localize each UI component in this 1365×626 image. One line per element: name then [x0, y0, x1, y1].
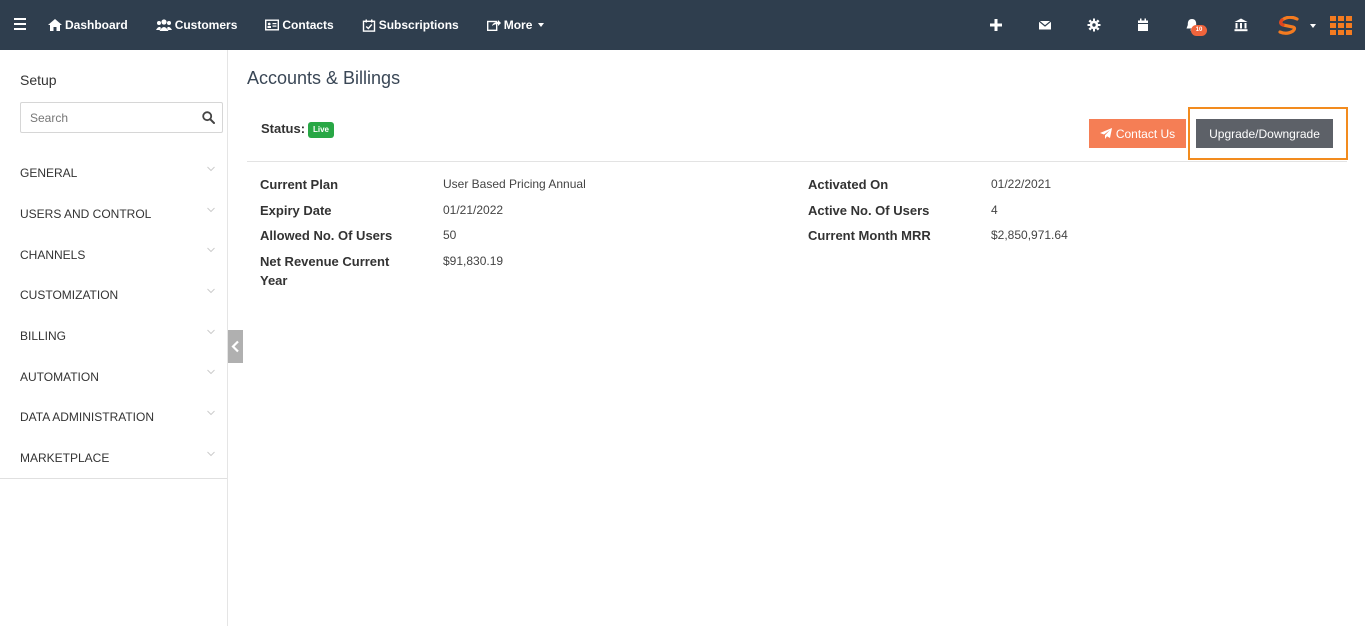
sidebar-item-general[interactable]: GENERAL — [0, 153, 227, 194]
current-mrr-value: $2,850,971.64 — [991, 228, 1068, 242]
net-revenue-value: $91,830.19 — [443, 254, 504, 268]
search-input[interactable] — [21, 103, 191, 132]
divider — [247, 161, 1347, 162]
chevron-down-icon — [207, 370, 215, 375]
nav-dashboard[interactable]: Dashboard — [48, 18, 128, 32]
nav-contacts-label: Contacts — [282, 18, 334, 32]
chevron-down-icon — [538, 23, 545, 27]
sidebar-item-marketplace[interactable]: MARKETPLACE — [0, 438, 227, 479]
net-revenue-label: Net Revenue Current Year — [260, 254, 390, 288]
calendar-icon[interactable] — [1136, 18, 1150, 32]
sidebar-item-users-and-control[interactable]: USERS AND CONTROL — [0, 194, 227, 235]
status-badge: Live — [308, 122, 335, 138]
sidebar-search — [20, 102, 223, 133]
active-users-value: 4 — [991, 203, 998, 217]
sidebar-divider — [0, 478, 227, 479]
sidebar-item-data-administration[interactable]: DATA ADMINISTRATION — [0, 397, 227, 438]
allowed-users-value: 50 — [443, 228, 457, 242]
current-plan-label: Current Plan — [260, 177, 339, 192]
sidebar-item-billing[interactable]: BILLING — [0, 316, 227, 357]
nav-contacts[interactable]: Contacts — [265, 18, 334, 32]
sidebar-collapse-toggle[interactable] — [228, 330, 243, 363]
current-mrr-label: Current Month MRR — [808, 228, 931, 243]
brand-logo-icon[interactable] — [1278, 16, 1300, 36]
chevron-left-icon — [231, 340, 239, 353]
apps-grid-icon[interactable] — [1330, 16, 1352, 35]
hamburger-menu-icon[interactable] — [14, 18, 26, 30]
activated-on-value: 01/22/2021 — [991, 177, 1052, 191]
nav-customers-label: Customers — [174, 18, 238, 32]
nav-dashboard-label: Dashboard — [65, 18, 128, 32]
sidebar-item-label: AUTOMATION — [20, 369, 99, 384]
sidebar-item-label: USERS AND CONTROL — [20, 207, 152, 222]
nav-subscriptions[interactable]: Subscriptions — [362, 18, 459, 32]
expiry-date-label: Expiry Date — [260, 203, 332, 218]
sidebar-item-automation[interactable]: AUTOMATION — [0, 356, 227, 397]
chevron-down-icon — [207, 207, 215, 212]
current-plan-value: User Based Pricing Annual — [443, 177, 586, 191]
sidebar-item-label: GENERAL — [20, 166, 78, 181]
paper-plane-icon — [1099, 128, 1112, 139]
calendar-check-icon — [362, 19, 375, 32]
allowed-users-label: Allowed No. Of Users — [260, 228, 393, 243]
sidebar-item-label: CUSTOMIZATION — [20, 288, 119, 303]
nav-more-label: More — [503, 18, 533, 32]
active-users-label: Active No. Of Users — [808, 203, 930, 218]
users-icon — [155, 19, 172, 31]
expiry-date-value: 01/21/2022 — [443, 203, 504, 217]
contact-us-label: Contact Us — [1115, 126, 1176, 141]
nav-subscriptions-label: Subscriptions — [378, 18, 459, 32]
main-nav: Dashboard Customers Contacts Subscriptio… — [48, 0, 572, 50]
status-label: Status: — [261, 121, 306, 136]
sidebar-item-customization[interactable]: CUSTOMIZATION — [0, 275, 227, 316]
plus-icon[interactable] — [989, 18, 1003, 32]
chevron-down-icon — [207, 329, 215, 334]
chevron-down-icon[interactable] — [1310, 24, 1316, 28]
id-card-icon — [265, 19, 280, 31]
chevron-down-icon — [207, 166, 215, 172]
search-icon[interactable] — [202, 111, 215, 124]
nav-customers[interactable]: Customers — [155, 18, 238, 32]
sidebar-item-label: MARKETPLACE — [20, 451, 110, 466]
contact-us-button[interactable]: Contact Us — [1089, 119, 1186, 148]
share-icon — [486, 20, 501, 31]
envelope-icon[interactable] — [1038, 18, 1052, 32]
sidebar-item-channels[interactable]: CHANNELS — [0, 234, 227, 275]
gear-icon[interactable] — [1087, 18, 1101, 32]
sidebar-item-label: BILLING — [20, 329, 67, 344]
setup-sidebar: Setup GENERAL USERS AND CONTROL CHANNELS… — [0, 50, 228, 626]
notification-badge: 10 — [1191, 25, 1207, 36]
upgrade-downgrade-button[interactable]: Upgrade/Downgrade — [1196, 119, 1333, 148]
nav-more[interactable]: More — [486, 18, 545, 32]
chevron-down-icon — [207, 248, 215, 253]
activated-on-label: Activated On — [808, 177, 889, 192]
sidebar-item-label: CHANNELS — [20, 247, 86, 262]
page-title: Accounts & Billings — [247, 68, 401, 88]
sidebar-menu: GENERAL USERS AND CONTROL CHANNELS CUSTO… — [0, 153, 227, 479]
chevron-down-icon — [207, 410, 215, 416]
home-icon — [48, 19, 62, 31]
chevron-down-icon — [207, 288, 215, 294]
sidebar-title: Setup — [20, 72, 57, 88]
top-navbar: Dashboard Customers Contacts Subscriptio… — [0, 0, 1365, 50]
chevron-down-icon — [207, 451, 215, 457]
sidebar-item-label: DATA ADMINISTRATION — [20, 410, 155, 425]
bank-icon[interactable] — [1234, 18, 1248, 32]
